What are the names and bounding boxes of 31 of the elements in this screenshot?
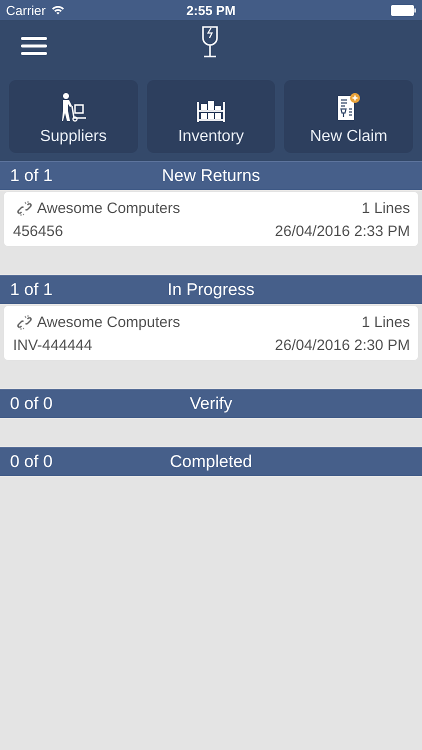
section-title: New Returns: [162, 166, 260, 186]
shelf-icon: [197, 98, 225, 122]
return-card[interactable]: Awesome Computers 1 Lines 456456 26/04/2016 2:33 PM: [4, 192, 418, 246]
carrier-label: Carrier: [6, 2, 46, 18]
status-time: 2:55 PM: [186, 2, 236, 18]
section-count: 0 of 0: [10, 452, 53, 472]
wifi-icon: [50, 5, 65, 15]
menu-icon[interactable]: [21, 36, 47, 56]
reference-number: INV-444444: [13, 337, 92, 354]
section-count: 1 of 1: [10, 166, 53, 186]
section-count: 0 of 0: [10, 394, 53, 414]
action-tile[interactable]: New Claim: [284, 80, 414, 153]
section-count: 1 of 1: [10, 280, 53, 300]
action-tile[interactable]: Suppliers: [9, 80, 138, 153]
broken-link-icon: [16, 314, 33, 331]
reference-number: 456456: [13, 223, 64, 240]
return-date: 26/04/2016 2:30 PM: [274, 337, 410, 354]
broken-link-icon: [16, 200, 33, 217]
return-card[interactable]: Awesome Computers 1 Lines INV-444444 26/04/2016 2:30 PM: [4, 306, 418, 360]
battery-icon: [390, 4, 416, 16]
action-tile[interactable]: Inventory: [146, 80, 276, 153]
section-title: Verify: [190, 394, 232, 414]
supplier-name: Awesome Computers: [37, 314, 180, 331]
return-date: 26/04/2016 2:33 PM: [274, 223, 410, 240]
lines-count: 1 Lines: [362, 200, 410, 217]
lines-count: 1 Lines: [362, 314, 410, 331]
glass-icon: [201, 26, 219, 58]
supplier-name: Awesome Computers: [37, 200, 180, 217]
document-plus-icon: [336, 92, 362, 122]
section-title: Completed: [170, 452, 252, 472]
section-title: In Progress: [168, 280, 254, 300]
